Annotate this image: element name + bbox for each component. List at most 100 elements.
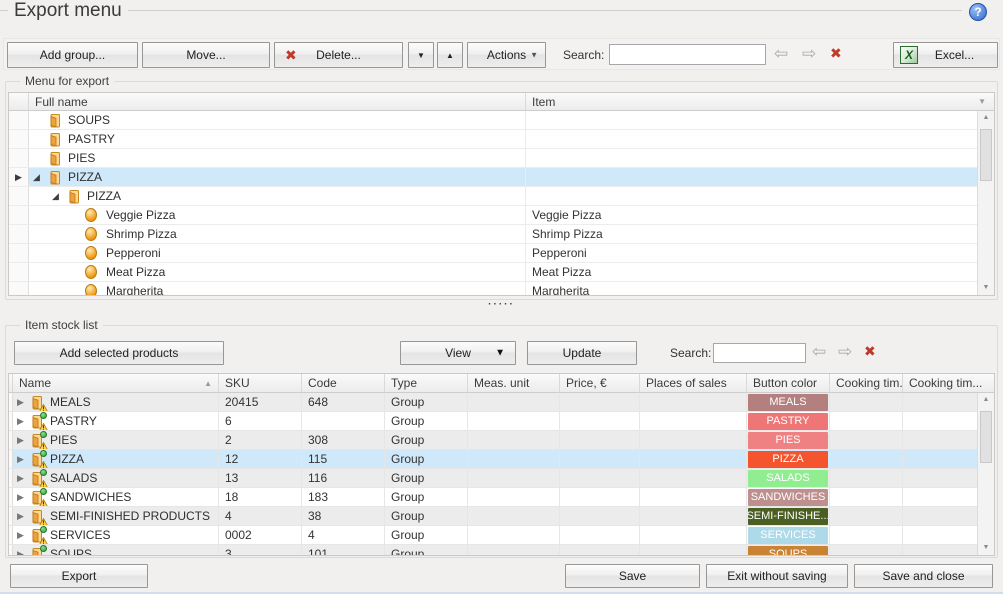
stock-header-meas-unit[interactable]: Meas. unit — [468, 374, 560, 393]
scroll-down-icon[interactable]: ▼ — [978, 541, 994, 555]
add-group-button[interactable]: Add group... — [7, 42, 138, 68]
stock-search-input[interactable] — [713, 343, 806, 363]
stock-header-cooking-tim[interactable]: Cooking tim... — [830, 374, 903, 393]
save-button[interactable]: Save — [565, 564, 700, 588]
tree-body: SOUPSPASTRYPIES▶◢PIZZA◢PIZZAVeggie Pizza… — [9, 111, 994, 296]
menu-tree-row[interactable]: Shrimp PizzaShrimp Pizza — [9, 225, 994, 244]
sku-cell: 6 — [219, 412, 302, 430]
expand-icon[interactable]: ▶ — [17, 511, 29, 522]
search-next-icon[interactable]: ⇨ — [802, 44, 816, 64]
full-name-cell: Margherita — [29, 282, 526, 296]
excel-export-button[interactable]: X Excel... — [893, 42, 998, 68]
group-folder-warning-icon — [29, 395, 47, 410]
menu-tree-row[interactable]: SOUPS — [9, 111, 994, 130]
stock-header-name[interactable]: Name▲ — [13, 374, 219, 393]
stock-header-places-of-sales[interactable]: Places of sales — [640, 374, 747, 393]
stock-table-row[interactable]: ▶PASTRY6GroupPASTRY — [9, 412, 994, 431]
add-selected-products-button[interactable]: Add selected products — [14, 341, 224, 365]
actions-dropdown[interactable]: Actions ▼ — [467, 42, 546, 68]
tree-header-item[interactable]: Item ▼ — [526, 93, 994, 111]
search-prev-icon[interactable]: ⇦ — [812, 342, 826, 362]
item-oval-icon — [85, 208, 97, 222]
menu-tree-row[interactable]: ◢PIZZA — [9, 187, 994, 206]
actions-label: Actions — [487, 48, 526, 62]
menu-tree-row[interactable]: MargheritaMargherita — [9, 282, 994, 296]
stock-header-type[interactable]: Type — [385, 374, 468, 393]
cooking-time-cell — [830, 526, 903, 544]
search-prev-icon[interactable]: ⇦ — [774, 44, 788, 64]
splitter-handle[interactable]: ····· — [0, 300, 1003, 309]
delete-label: Delete... — [316, 48, 361, 62]
expand-icon[interactable]: ▶ — [17, 454, 29, 465]
menu-tree-row[interactable]: ▶◢PIZZA — [9, 168, 994, 187]
search-next-icon[interactable]: ⇨ — [838, 342, 852, 362]
move-down-button[interactable]: ▼ — [408, 42, 434, 68]
group-folder-warning-icon — [29, 528, 47, 543]
expand-icon[interactable]: ▶ — [17, 397, 29, 408]
sku-cell: 20415 — [219, 393, 302, 411]
meas-unit-cell — [468, 469, 560, 487]
sku-cell: 0002 — [219, 526, 302, 544]
stock-table-row[interactable]: ▶PIZZA12115GroupPIZZA — [9, 450, 994, 469]
stock-header-sku[interactable]: SKU — [219, 374, 302, 393]
excel-icon: X — [900, 46, 918, 64]
title-rule — [0, 10, 962, 11]
stock-header-button-color[interactable]: Button color — [747, 374, 830, 393]
stock-scroll-thumb[interactable] — [980, 411, 992, 463]
menu-tree-row[interactable]: PASTRY — [9, 130, 994, 149]
item-cell: Margherita — [526, 282, 994, 296]
view-dropdown[interactable]: View ▼ — [400, 341, 516, 365]
tree-scroll-thumb[interactable] — [980, 129, 992, 181]
move-up-button[interactable]: ▲ — [437, 42, 463, 68]
excel-label: Excel... — [935, 48, 974, 62]
move-button[interactable]: Move... — [142, 42, 270, 68]
update-button[interactable]: Update — [527, 341, 637, 365]
stock-header-cooking-tim[interactable]: Cooking tim... — [903, 374, 994, 393]
expand-icon[interactable]: ▶ — [17, 492, 29, 503]
exit-without-saving-button[interactable]: Exit without saving — [706, 564, 848, 588]
row-indicator-cell — [9, 263, 29, 281]
search-input[interactable] — [609, 44, 766, 65]
scroll-up-icon[interactable]: ▲ — [978, 393, 994, 407]
delete-button[interactable]: ✖ Delete... — [274, 42, 403, 68]
stock-table-row[interactable]: ▶SALADS13116GroupSALADS — [9, 469, 994, 488]
stock-table-row[interactable]: ▶SOUPS3101GroupSOUPS — [9, 545, 994, 556]
menu-tree-row[interactable]: PepperoniPepperoni — [9, 244, 994, 263]
meas-unit-cell — [468, 526, 560, 544]
green-dot-icon — [40, 431, 47, 438]
expand-icon[interactable]: ▶ — [17, 549, 29, 557]
stock-scrollbar[interactable]: ▲ ▼ — [977, 393, 994, 555]
menu-tree-row[interactable]: Veggie PizzaVeggie Pizza — [9, 206, 994, 225]
collapse-icon[interactable]: ◢ — [52, 191, 66, 202]
expand-icon[interactable]: ▶ — [17, 416, 29, 427]
chevron-down-icon: ▼ — [417, 51, 425, 60]
export-button[interactable]: Export — [10, 564, 148, 588]
expand-icon[interactable]: ▶ — [17, 435, 29, 446]
stock-table-row[interactable]: ▶MEALS20415648GroupMEALS — [9, 393, 994, 412]
save-and-close-button[interactable]: Save and close — [854, 564, 993, 588]
stock-name-label: SEMI-FINISHED PRODUCTS — [50, 509, 210, 523]
stock-table-row[interactable]: ▶SEMI-FINISHED PRODUCTS438GroupSEMI-FINI… — [9, 507, 994, 526]
scroll-down-icon[interactable]: ▼ — [978, 281, 994, 295]
search-label: Search: — [670, 346, 711, 360]
filter-icon[interactable]: ▼ — [978, 97, 986, 106]
stock-header-price[interactable]: Price, € — [560, 374, 640, 393]
expand-icon[interactable]: ▶ — [17, 530, 29, 541]
stock-table-row[interactable]: ▶SERVICES00024GroupSERVICES — [9, 526, 994, 545]
help-icon[interactable]: ? — [969, 3, 987, 21]
code-cell — [302, 412, 385, 430]
expand-icon[interactable]: ▶ — [17, 473, 29, 484]
stock-header-code[interactable]: Code — [302, 374, 385, 393]
scroll-up-icon[interactable]: ▲ — [978, 111, 994, 125]
menu-tree-row[interactable]: Meat PizzaMeat Pizza — [9, 263, 994, 282]
item-cell: Veggie Pizza — [526, 206, 994, 224]
tree-scrollbar[interactable]: ▲ ▼ — [977, 111, 994, 295]
search-clear-icon[interactable]: ✖ — [864, 344, 876, 358]
full-name-column-label: Full name — [35, 95, 88, 109]
stock-table-row[interactable]: ▶SANDWICHES18183GroupSANDWICHES — [9, 488, 994, 507]
stock-table-row[interactable]: ▶PIES2308GroupPIES — [9, 431, 994, 450]
menu-tree-row[interactable]: PIES — [9, 149, 994, 168]
collapse-icon[interactable]: ◢ — [33, 172, 47, 183]
search-clear-icon[interactable]: ✖ — [830, 46, 842, 60]
tree-header-full-name[interactable]: Full name — [29, 93, 526, 111]
